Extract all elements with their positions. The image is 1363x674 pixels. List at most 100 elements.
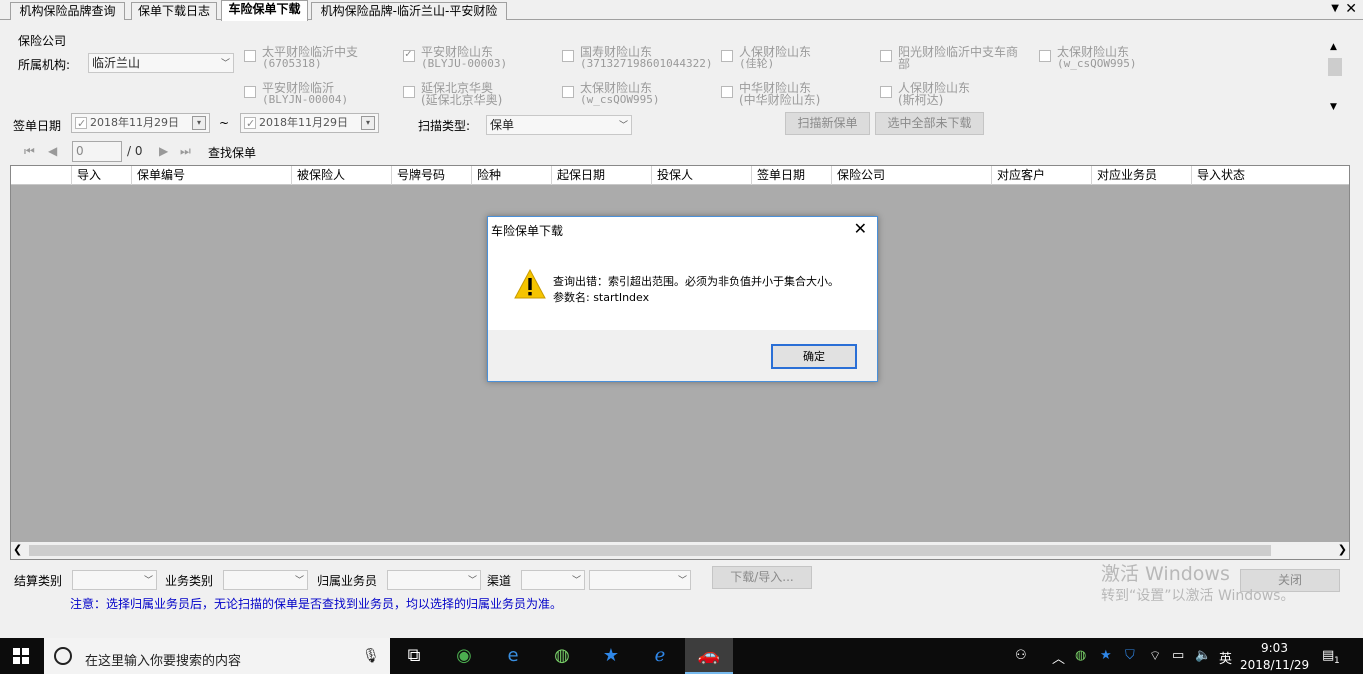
col-header-company[interactable]: 保险公司 <box>831 166 991 185</box>
date-from-picker[interactable]: 2018年11月29日 ▾ <box>71 113 210 133</box>
scroll-down-icon[interactable]: ▼ <box>1330 102 1337 112</box>
checkbox-box-checked[interactable] <box>403 48 415 62</box>
tray-wechat-icon[interactable]: ◍ <box>1075 648 1086 663</box>
col-header-coverage[interactable]: 险种 <box>471 166 551 185</box>
notification-icon[interactable]: ▤ <box>1322 648 1334 663</box>
task-view-icon[interactable]: ⧉ <box>390 638 438 674</box>
company-list-scrollbar[interactable]: ▲ ▼ <box>1327 42 1343 112</box>
clock-time[interactable]: 9:03 <box>1261 641 1288 655</box>
dialog-footer: 确定 <box>488 330 877 381</box>
date-from-checkbox[interactable] <box>75 115 87 133</box>
speaker-muted-icon[interactable]: 🔈 <box>1195 648 1211 663</box>
tab-org-brand-detail[interactable]: 机构保险品牌-临沂兰山-平安财险 <box>311 2 507 20</box>
tab-close-icon[interactable]: ✕ <box>1345 1 1357 17</box>
browser-360-icon[interactable]: ◉ <box>440 638 488 674</box>
checkbox-box[interactable] <box>721 86 733 98</box>
car-insurance-app-icon[interactable]: 🚗 <box>685 638 733 674</box>
col-header-policy-no[interactable]: 保单编号 <box>131 166 291 185</box>
wifi-icon[interactable]: ⌔ <box>1149 648 1161 664</box>
scan-type-select[interactable]: 保单 ﹀ <box>486 115 632 135</box>
company-checkbox-9[interactable]: 中华财险山东 (中华财险山东) <box>721 82 820 106</box>
scroll-right-icon[interactable]: ❯ <box>1338 543 1347 556</box>
tray-star-icon[interactable]: ★ <box>1100 648 1112 663</box>
company-checkbox-8[interactable]: 太保财险山东 (w_csQOW995) <box>562 82 659 106</box>
wechat-icon[interactable]: ◍ <box>538 638 586 674</box>
date-to-checkbox[interactable] <box>244 115 256 133</box>
checkbox-box[interactable] <box>562 50 574 62</box>
dialog-close-icon[interactable]: ✕ <box>854 219 867 238</box>
last-record-icon[interactable]: ⏭ <box>180 144 191 159</box>
col-header-import-status[interactable]: 导入状态 <box>1191 166 1349 185</box>
chevron-down-icon: ﹀ <box>677 576 687 586</box>
col-header-start-date[interactable]: 起保日期 <box>551 166 651 185</box>
company-checkbox-2[interactable]: 国寿财险山东 (371327198601044322) <box>562 46 712 70</box>
checkbox-box[interactable] <box>1039 50 1051 62</box>
checkbox-box[interactable] <box>244 86 256 98</box>
checkbox-box[interactable] <box>403 86 415 98</box>
channel-sub-select[interactable]: ﹀ <box>589 570 691 590</box>
battery-icon[interactable]: ▭ <box>1172 648 1184 663</box>
scroll-up-icon[interactable]: ▲ <box>1330 42 1337 52</box>
col-header-customer[interactable]: 对应客户 <box>991 166 1091 185</box>
date-to-picker[interactable]: 2018年11月29日 ▾ <box>240 113 379 133</box>
download-import-button[interactable]: 下载/导入... <box>712 566 812 589</box>
tab-download-log[interactable]: 保单下载日志 <box>131 2 217 20</box>
tray-expand-icon[interactable]: ︿ <box>1052 648 1065 667</box>
checkbox-box[interactable] <box>244 50 256 62</box>
internet-explorer-icon[interactable]: e <box>489 638 537 674</box>
next-record-icon[interactable]: ▶ <box>159 144 168 158</box>
company-checkbox-10[interactable]: 人保财险山东 (斯柯达) <box>880 82 970 106</box>
calendar-icon[interactable]: ▾ <box>192 116 206 130</box>
salesman-note: 注意：选择归属业务员后，无论扫描的保单是否查找到业务员，均以选择的归属业务员为准… <box>70 597 563 611</box>
scroll-thumb[interactable] <box>29 545 1271 556</box>
clock-date[interactable]: 2018/11/29 <box>1240 658 1309 672</box>
scroll-left-icon[interactable]: ❮ <box>13 543 22 556</box>
col-header-applicant[interactable]: 投保人 <box>651 166 751 185</box>
col-header-sign-date[interactable]: 签单日期 <box>751 166 831 185</box>
checkbox-box[interactable] <box>880 50 892 62</box>
checkbox-box[interactable] <box>880 86 892 98</box>
settle-type-select[interactable]: ﹀ <box>72 570 157 590</box>
scan-type-label: 扫描类型: <box>418 119 471 133</box>
company-checkbox-1[interactable]: 平安财险山东(BLYJU-00003) <box>403 46 507 70</box>
col-header-salesman[interactable]: 对应业务员 <box>1091 166 1191 185</box>
col-header-import[interactable]: 导入 <box>71 166 131 185</box>
business-type-select[interactable]: ﹀ <box>223 570 308 590</box>
tray-shield-icon[interactable]: ⛉ <box>1125 648 1135 663</box>
company-checkbox-4[interactable]: 阳光财险临沂中支车商部 <box>880 46 1018 70</box>
company-checkbox-7[interactable]: 延保北京华奥 (延保北京华奥) <box>403 82 502 106</box>
scan-new-policy-button[interactable]: 扫描新保单 <box>785 112 870 135</box>
tab-org-brand-query[interactable]: 机构保险品牌查询 <box>10 2 125 20</box>
salesman-select[interactable]: ﹀ <box>387 570 481 590</box>
checkbox-box[interactable] <box>721 50 733 62</box>
col-header-insured[interactable]: 被保险人 <box>291 166 391 185</box>
prev-record-icon[interactable]: ◀ <box>48 144 57 158</box>
taskbar-search-box[interactable]: 在这里输入你要搜索的内容 🎙 <box>44 638 390 674</box>
starred-app-icon[interactable]: ★ <box>587 638 635 674</box>
tab-list-arrow-icon[interactable]: ▼ <box>1331 3 1339 14</box>
cortana-icon[interactable] <box>54 647 72 665</box>
checkbox-box[interactable] <box>562 86 574 98</box>
salesman-label: 归属业务员 <box>317 574 378 588</box>
calendar-icon[interactable]: ▾ <box>361 116 375 130</box>
col-header-plate[interactable]: 号牌号码 <box>391 166 471 185</box>
edge-icon[interactable]: ℯ <box>636 638 684 674</box>
company-checkbox-0[interactable]: 太平财险临沂中支 (6705318) <box>244 46 358 70</box>
company-checkbox-3[interactable]: 人保财险山东 (佳轮) <box>721 46 811 70</box>
channel-select[interactable]: ﹀ <box>521 570 585 590</box>
first-record-icon[interactable]: ⏮ <box>24 144 35 159</box>
microphone-icon[interactable]: 🎙 <box>362 648 380 664</box>
company-checkbox-5[interactable]: 太保财险山东 (w_csQOW995) <box>1039 46 1136 70</box>
org-select[interactable]: 临沂兰山 ﹀ <box>88 53 234 73</box>
tab-car-policy-download[interactable]: 车险保单下载 <box>221 0 308 21</box>
grid-horizontal-scrollbar[interactable]: ❮ ❯ <box>11 542 1349 559</box>
select-all-undownloaded-button[interactable]: 选中全部未下载 <box>875 112 984 135</box>
windows-start-icon[interactable] <box>13 648 29 664</box>
company-checkbox-6[interactable]: 平安财险临沂 (BLYJN-00004) <box>244 82 348 106</box>
ok-button[interactable]: 确定 <box>771 344 857 369</box>
record-position-input[interactable]: 0 <box>72 141 122 162</box>
scroll-thumb[interactable] <box>1328 58 1342 76</box>
ime-indicator[interactable]: 英 <box>1219 648 1232 667</box>
find-policy-button[interactable]: 查找保单 <box>208 144 256 161</box>
people-icon[interactable]: ⚇ <box>1015 648 1027 663</box>
